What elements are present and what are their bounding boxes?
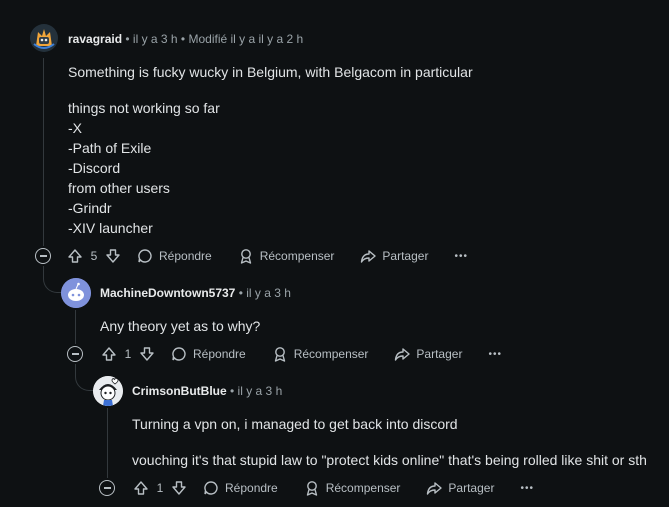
reply-button[interactable]: Répondre — [171, 346, 246, 362]
comment-text-line: Any theory yet as to why? — [100, 318, 261, 334]
author-name[interactable]: ravagraid — [68, 32, 122, 46]
more-options-icon[interactable]: ••• — [454, 251, 468, 262]
award-icon — [272, 346, 288, 362]
share-button[interactable]: Partager — [426, 480, 494, 496]
comment-icon — [137, 248, 153, 264]
share-button[interactable]: Partager — [360, 248, 428, 264]
award-button[interactable]: Récompenser — [304, 480, 401, 496]
upvote-icon[interactable] — [101, 346, 117, 362]
share-label: Partager — [448, 481, 495, 495]
comment-timestamp: • il y a 3 h — [230, 384, 283, 398]
thread-line-reply-2 — [107, 408, 108, 478]
comment-text-line: Something is fucky wucky in Belgium, wit… — [68, 64, 473, 80]
comment-text-line: vouching it's that stupid law to "protec… — [132, 452, 647, 468]
thread-line-root — [43, 58, 44, 246]
downvote-icon[interactable] — [171, 480, 187, 496]
share-icon — [426, 480, 443, 496]
comment-text-line: -XIV launcher — [68, 220, 153, 236]
collapse-thread-button[interactable] — [99, 480, 115, 496]
award-button[interactable]: Récompenser — [272, 346, 369, 362]
author-name[interactable]: CrimsonButBlue — [132, 384, 227, 398]
downvote-icon[interactable] — [105, 248, 121, 264]
award-icon — [304, 480, 320, 496]
vote-count: 1 — [124, 347, 132, 361]
comment-actions: 1 Répondre Récompenser Partager ••• — [99, 476, 534, 500]
more-options-icon[interactable]: ••• — [520, 483, 534, 494]
thread-connector-reply-1 — [43, 266, 62, 293]
upvote-icon[interactable] — [67, 248, 83, 264]
award-button[interactable]: Récompenser — [238, 248, 335, 264]
comment-actions: 5 Répondre Récompenser Partager ••• — [35, 244, 468, 268]
comment-timestamp: • il y a 3 h • Modifié il y a il y a 2 h — [125, 32, 304, 46]
award-label: Récompenser — [325, 481, 401, 495]
reply-label: Répondre — [225, 481, 278, 495]
comment-text-line: -Grindr — [68, 200, 112, 216]
comment-text-line: things not working so far — [68, 100, 220, 116]
comment-icon — [171, 346, 187, 362]
award-icon — [238, 248, 254, 264]
thread-line-reply-1 — [75, 310, 76, 344]
comment-text-line: Turning a vpn on, i managed to get back … — [132, 416, 458, 432]
vote-count: 1 — [156, 481, 164, 495]
comment-actions: 1 Répondre Récompenser Partager ••• — [67, 342, 502, 366]
collapse-thread-button[interactable] — [67, 346, 83, 362]
avatar-crimsonbutblue[interactable] — [93, 376, 123, 406]
reply-label: Répondre — [193, 347, 246, 361]
comment-timestamp: • il y a 3 h — [238, 286, 291, 300]
share-label: Partager — [416, 347, 463, 361]
more-options-icon[interactable]: ••• — [488, 349, 502, 360]
comment-text-line: from other users — [68, 180, 170, 196]
avatar-ravagraid[interactable] — [30, 24, 58, 52]
collapse-thread-button[interactable] — [35, 248, 51, 264]
share-label: Partager — [382, 249, 429, 263]
comment-header: CrimsonButBlue • il y a 3 h — [132, 384, 282, 398]
reply-button[interactable]: Répondre — [137, 248, 212, 264]
comment-header: ravagraid • il y a 3 h • Modifié il y a … — [68, 32, 303, 46]
thread-connector-reply-2 — [75, 364, 94, 391]
author-name[interactable]: MachineDowntown5737 — [100, 286, 235, 300]
comment-icon — [203, 480, 219, 496]
avatar-machinedowntown5737[interactable] — [61, 278, 91, 308]
reply-button[interactable]: Répondre — [203, 480, 278, 496]
downvote-icon[interactable] — [139, 346, 155, 362]
upvote-icon[interactable] — [133, 480, 149, 496]
comment-text-line: -Discord — [68, 160, 121, 176]
award-label: Récompenser — [293, 347, 369, 361]
share-icon — [394, 346, 411, 362]
share-button[interactable]: Partager — [394, 346, 462, 362]
comment-text-line: -Path of Exile — [68, 140, 152, 156]
comment-header: MachineDowntown5737 • il y a 3 h — [100, 286, 291, 300]
reply-label: Répondre — [159, 249, 212, 263]
award-label: Récompenser — [259, 249, 335, 263]
vote-count: 5 — [90, 249, 98, 263]
comment-text-line: -X — [68, 120, 82, 136]
share-icon — [360, 248, 377, 264]
